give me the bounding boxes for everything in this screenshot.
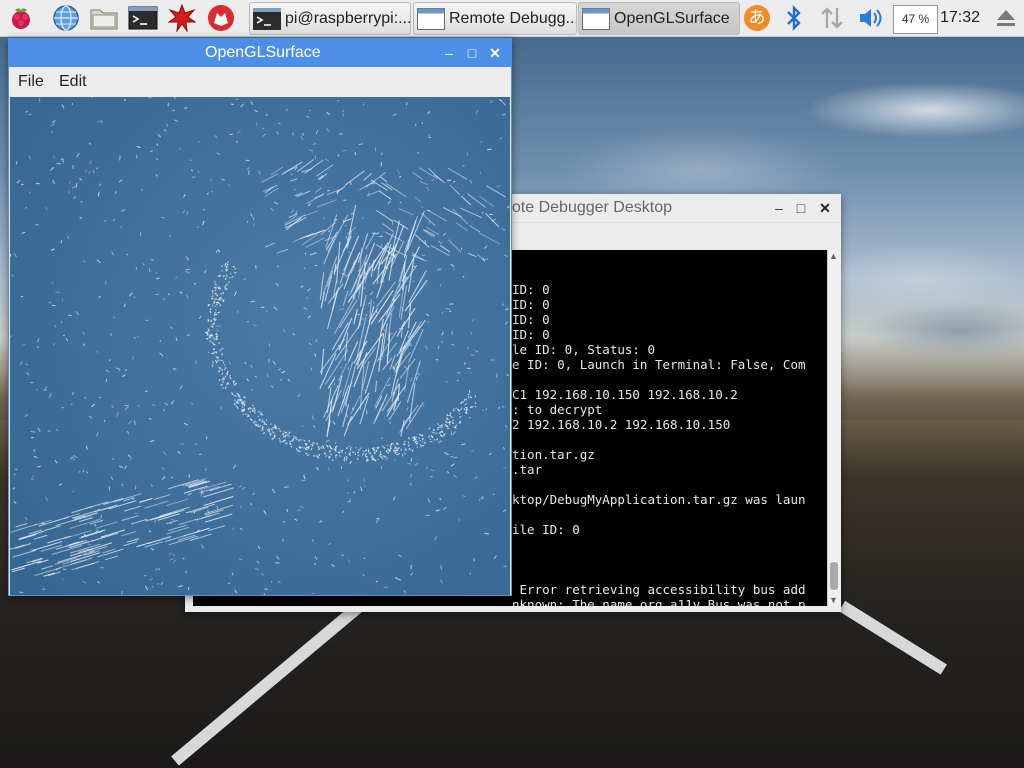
particle-field (10, 97, 510, 595)
close-button[interactable]: ✕ (817, 200, 833, 216)
clock[interactable]: 17:32 (940, 0, 980, 36)
taskbar-task-remote-debugger[interactable]: Remote Debugg... (413, 2, 577, 35)
close-button[interactable]: ✕ (487, 45, 503, 61)
minimize-button[interactable]: – (441, 45, 457, 61)
taskbar-task-label: OpenGLSurface (614, 9, 730, 27)
taskbar-task-terminal[interactable]: pi@raspberrypi:... (249, 2, 411, 35)
mathematica-icon[interactable] (167, 3, 197, 33)
network-icon[interactable] (817, 3, 847, 33)
terminal-line: e ID: 0, Launch in Terminal: False, Com (512, 357, 806, 372)
taskbar-task-label: Remote Debugg... (449, 9, 577, 27)
menu-bar: File Edit (9, 67, 511, 98)
wolfram-icon[interactable] (206, 3, 236, 33)
taskbar-task-opengl[interactable]: OpenGLSurface (578, 2, 740, 35)
terminal-line: 2 192.168.10.2 192.168.10.150 (512, 417, 731, 432)
title-bar[interactable]: OpenGLSurface – □ ✕ (9, 39, 511, 67)
terminal-line: ile ID: 0 (512, 522, 580, 537)
scroll-down-arrow[interactable]: ▼ (829, 595, 838, 605)
terminal-icon[interactable] (128, 3, 158, 33)
window-title: OpenGLSurface (205, 44, 321, 61)
taskbar: pi@raspberrypi:... Remote Debugg... Open… (0, 0, 1024, 37)
terminal-line: .tar (512, 462, 543, 477)
road-marking (838, 600, 947, 675)
window-title: note Debugger Desktop (503, 199, 672, 216)
terminal-line: ID: 0 (512, 282, 550, 297)
terminal-line: : to decrypt (512, 402, 603, 417)
bluetooth-icon[interactable] (779, 3, 809, 33)
menu-file[interactable]: File (18, 67, 44, 97)
road-marking (171, 589, 379, 766)
window-icon (417, 7, 445, 30)
terminal-line: ID: 0 (512, 327, 550, 342)
terminal-line: ID: 0 (512, 312, 550, 327)
terminal-line: Error retrieving accessibility bus add (512, 582, 806, 597)
terminal-line: C1 192.168.10.150 192.168.10.2 (512, 387, 738, 402)
terminal-scrollbar[interactable]: ▲ ▼ (827, 250, 840, 606)
terminal-line: ID: 0 (512, 297, 550, 312)
raspberry-menu-icon[interactable] (6, 3, 36, 33)
web-browser-icon[interactable] (51, 3, 81, 33)
terminal-line: tion.tar.gz (512, 447, 595, 462)
terminal-icon (253, 7, 281, 30)
eject-icon[interactable] (991, 3, 1021, 33)
window-icon (582, 7, 610, 30)
scroll-up-arrow[interactable]: ▲ (829, 251, 838, 261)
volume-icon[interactable] (856, 3, 886, 33)
terminal-line: nknown: The name org.a11y.Bus was not p (512, 597, 806, 606)
minimize-button[interactable]: – (771, 200, 787, 216)
cpu-usage-monitor[interactable]: 47 % (893, 5, 938, 34)
opengl-window: OpenGLSurface – □ ✕ File Edit (8, 38, 512, 596)
ime-glyph: あ (744, 5, 770, 31)
file-manager-icon[interactable] (89, 3, 119, 33)
terminal-line: le ID: 0, Status: 0 (512, 342, 655, 357)
maximize-button[interactable]: □ (793, 200, 809, 216)
scrollbar-thumb[interactable] (830, 562, 838, 590)
maximize-button[interactable]: □ (464, 45, 480, 61)
opengl-canvas[interactable] (10, 97, 510, 595)
taskbar-task-label: pi@raspberrypi:... (285, 9, 411, 27)
terminal-line: ktop/DebugMyApplication.tar.gz was laun (512, 492, 806, 507)
menu-edit[interactable]: Edit (59, 67, 87, 97)
terminal-lines: ID: 0 ID: 0 ID: 0 ID: 0 le ID: 0, Status: 0e… (512, 282, 827, 606)
ime-icon[interactable]: あ (742, 3, 772, 33)
